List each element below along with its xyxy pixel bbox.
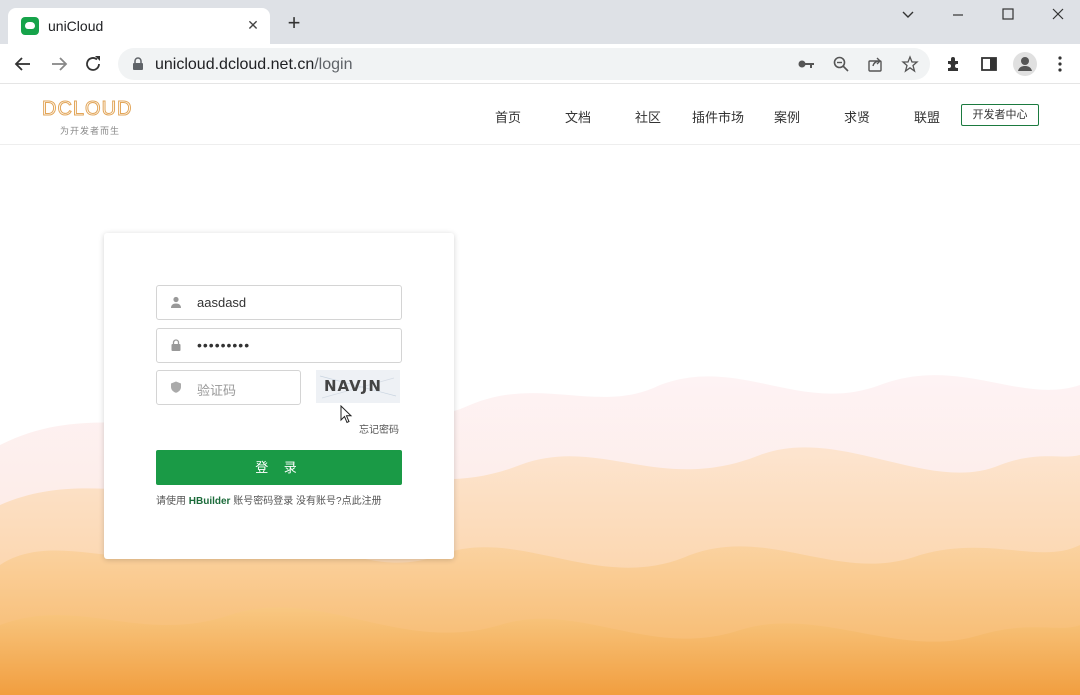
window-minimize-icon[interactable] <box>944 4 972 26</box>
login-hint: 请使用 HBuilder 账号密码登录 没有账号?点此注册 <box>156 492 382 507</box>
user-icon <box>171 296 181 308</box>
username-value: aasdasd <box>197 295 247 310</box>
svg-text:NAVJN: NAVJN <box>324 377 382 395</box>
hint-prefix: 请使用 <box>156 496 186 507</box>
forgot-password-link[interactable]: 忘记密码 <box>359 421 399 436</box>
side-panel-icon[interactable] <box>979 54 999 74</box>
page-content: DCLOUD 为开发者而生 首页 文档 社区 插件市场 案例 求贤 联盟 开发者… <box>0 85 1080 695</box>
new-tab-button[interactable]: + <box>284 12 304 34</box>
captcha-field[interactable]: 验证码 <box>156 370 301 405</box>
tab-close-icon[interactable]: ✕ <box>244 16 262 34</box>
username-field[interactable]: aasdasd <box>156 285 402 320</box>
tab-search-chevron-icon[interactable] <box>894 4 922 26</box>
share-icon[interactable] <box>866 55 884 73</box>
captcha-placeholder: 验证码 <box>197 383 237 398</box>
nav-item-alliance[interactable]: 联盟 <box>914 107 940 126</box>
nav-item-plugin-market[interactable]: 插件市场 <box>692 107 744 126</box>
profile-avatar[interactable] <box>1013 52 1037 76</box>
developer-center-button[interactable]: 开发者中心 <box>961 104 1039 126</box>
captcha-image[interactable]: NAVJN <box>316 370 400 403</box>
mouse-cursor-icon <box>340 405 353 424</box>
tab-title: uniCloud <box>48 18 104 34</box>
svg-text:DCLOUD: DCLOUD <box>42 98 132 120</box>
zoom-icon[interactable] <box>832 55 850 73</box>
lock-field-icon <box>171 339 181 351</box>
login-card: aasdasd ••••••••• 验证码 NAVJN 忘记密码 登 录 请使用… <box>104 233 454 559</box>
lock-icon[interactable] <box>131 57 145 71</box>
url-host: unicloud.dcloud.net.cn <box>155 56 315 73</box>
site-header: DCLOUD 为开发者而生 首页 文档 社区 插件市场 案例 求贤 联盟 开发者… <box>0 85 1080 145</box>
nav-item-home[interactable]: 首页 <box>495 107 521 126</box>
login-button[interactable]: 登 录 <box>156 450 402 485</box>
hint-brand: HBuilder <box>188 496 231 507</box>
register-link[interactable]: 点此注册 <box>342 496 382 507</box>
browser-tabstrip: uniCloud ✕ + <box>0 0 1080 44</box>
nav-item-community[interactable]: 社区 <box>635 107 661 126</box>
shield-icon <box>171 381 181 393</box>
logo-slogan: 为开发者而生 <box>60 126 121 136</box>
nav-item-cases[interactable]: 案例 <box>774 107 800 126</box>
unicloud-favicon-icon <box>21 17 39 35</box>
bookmark-star-icon[interactable] <box>901 55 919 73</box>
url-text: unicloud.dcloud.net.cn/login <box>155 56 352 74</box>
nav-item-jobs[interactable]: 求贤 <box>844 107 870 126</box>
browser-tab[interactable]: uniCloud ✕ <box>8 8 270 44</box>
menu-kebab-icon[interactable] <box>1050 54 1070 74</box>
nav-item-docs[interactable]: 文档 <box>565 107 591 126</box>
window-close-icon[interactable] <box>1044 4 1072 26</box>
password-value: ••••••••• <box>197 337 251 353</box>
password-field[interactable]: ••••••••• <box>156 328 402 363</box>
address-bar[interactable]: unicloud.dcloud.net.cn/login <box>118 48 930 80</box>
dcloud-logo[interactable]: DCLOUD <box>42 96 148 121</box>
extensions-puzzle-icon[interactable] <box>944 54 964 74</box>
reload-icon[interactable] <box>82 53 104 75</box>
browser-toolbar: unicloud.dcloud.net.cn/login <box>0 44 1080 84</box>
key-icon[interactable] <box>797 55 815 73</box>
window-maximize-icon[interactable] <box>994 4 1022 26</box>
hint-middle: 账号密码登录 没有账号? <box>233 496 342 507</box>
forward-arrow-icon[interactable] <box>48 53 70 75</box>
person-icon <box>1018 57 1032 71</box>
url-path: /login <box>314 56 353 73</box>
back-arrow-icon[interactable] <box>12 53 34 75</box>
